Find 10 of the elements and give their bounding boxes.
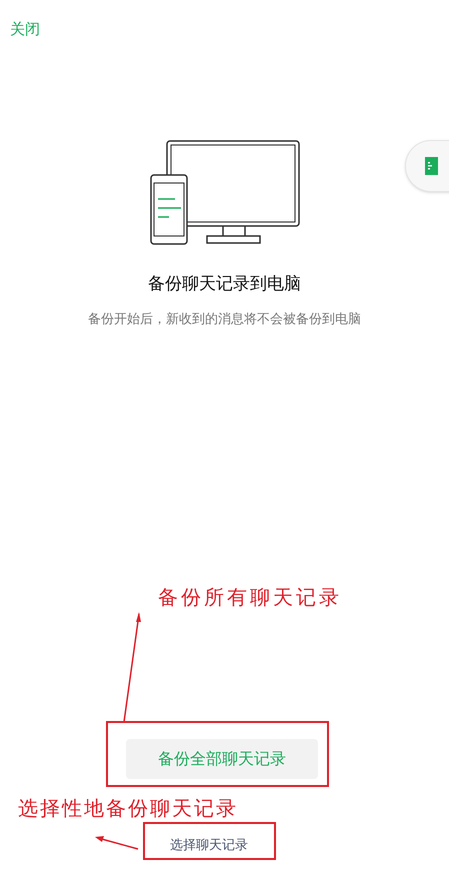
annotation-text: 选择性地备份聊天记录 [18, 795, 238, 822]
phone-and-monitor-icon [150, 140, 300, 245]
backup-all-button[interactable]: 备份全部聊天记录 [126, 739, 318, 779]
title: 备份聊天记录到电脑 [148, 273, 301, 296]
annotation-text: 备份所有聊天记录 [158, 584, 342, 611]
document-icon [425, 157, 438, 175]
close-link[interactable]: 关闭 [10, 20, 40, 38]
select-chats-link[interactable]: 选择聊天记录 [170, 838, 248, 853]
side-tab-button[interactable] [405, 140, 449, 192]
subtitle: 备份开始后，新收到的消息将不会被备份到电脑 [88, 310, 361, 328]
